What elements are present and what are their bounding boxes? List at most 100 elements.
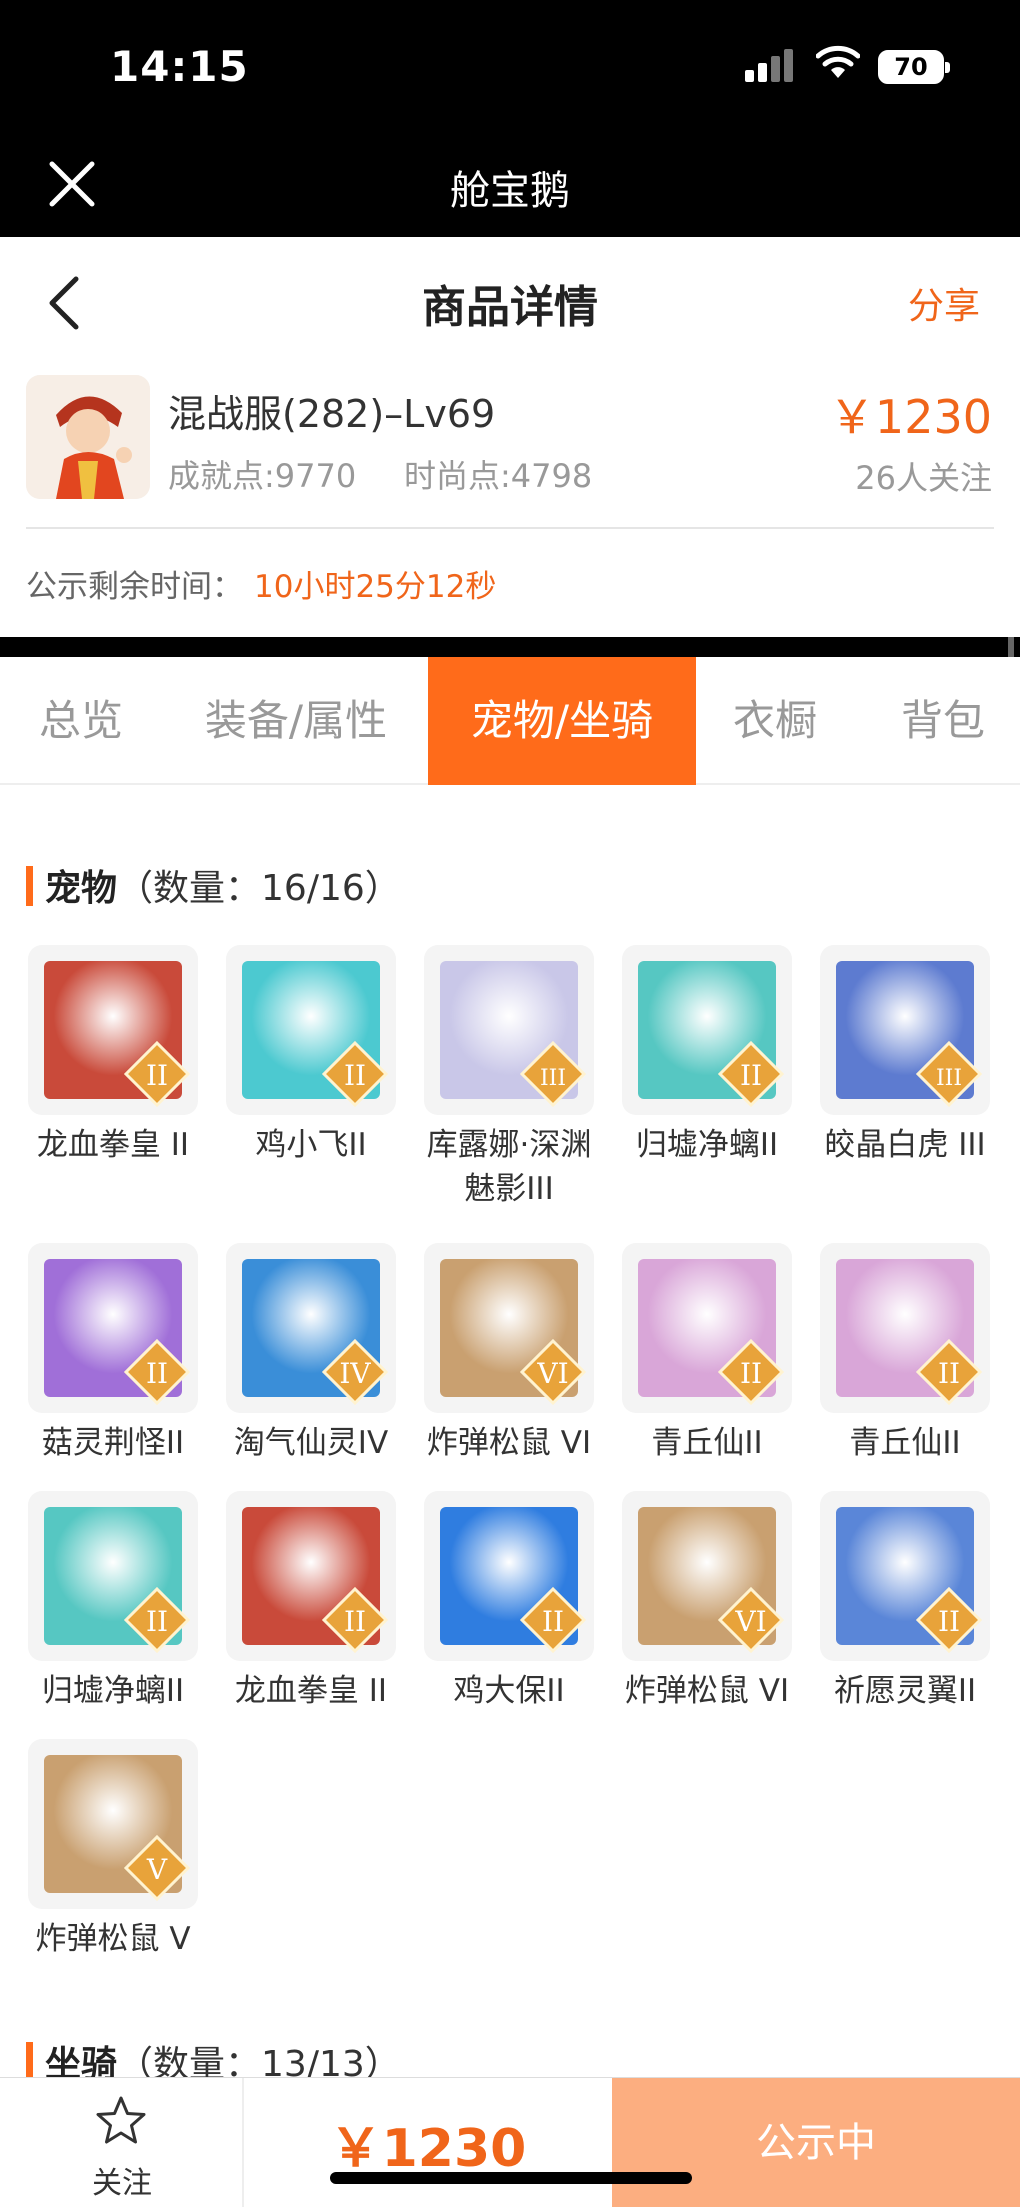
grade-label: IV [339, 1357, 371, 1390]
pet-name: 龙血拳皇 II [234, 1673, 388, 1709]
pet-name: 淘气仙灵IV [233, 1425, 389, 1461]
pets-section-header: 宠物（数量：16/16） [26, 859, 401, 911]
pet-name: 祈愿灵翼II [833, 1673, 977, 1709]
tab-equipment[interactable]: 装备/属性 [176, 657, 416, 785]
pet-item[interactable]: II 青丘仙II [810, 1243, 1000, 1465]
pet-thumbnail: II [28, 945, 198, 1115]
follow-label: 关注 [92, 2166, 152, 2201]
pet-name: 归墟净螭II [41, 1673, 185, 1709]
pet-thumbnail: VI [622, 1491, 792, 1661]
app-title: 舱宝鹅 [450, 168, 570, 214]
grade-label: VI [734, 1605, 766, 1638]
remaining-time-label: 公示剩余时间： [26, 569, 243, 605]
pet-thumbnail: III [820, 945, 990, 1115]
battery-icon: 70 [878, 50, 950, 84]
grade-badge-icon: II [322, 1041, 388, 1107]
tab-pets-mounts[interactable]: 宠物/坐骑 [428, 657, 696, 785]
tab-label: 背包 [900, 696, 985, 745]
pet-name: 炸弹松鼠 VI [426, 1425, 592, 1461]
status-button[interactable]: 公示中 [612, 2078, 1020, 2207]
pet-thumbnail: II [226, 945, 396, 1115]
tab-label: 总览 [38, 696, 123, 745]
page-title: 商品详情 [422, 282, 598, 333]
pet-item[interactable]: II 龙血拳皇 II [18, 945, 208, 1167]
pet-thumbnail: II [28, 1243, 198, 1413]
pet-item[interactable]: III 皎晶白虎 III [810, 945, 1000, 1167]
grade-badge-icon: II [520, 1587, 586, 1653]
pet-item[interactable]: IV 淘气仙灵IV [216, 1243, 406, 1465]
pet-item[interactable]: II 龙血拳皇 II [216, 1491, 406, 1713]
home-indicator[interactable] [330, 2172, 692, 2184]
pet-item[interactable]: II 菇灵荆怪II [18, 1243, 208, 1465]
pet-item[interactable]: II 鸡大保II [414, 1491, 604, 1713]
grade-label: II [938, 1605, 960, 1638]
character-image [26, 375, 150, 499]
tab-wardrobe[interactable]: 衣橱 [700, 657, 850, 785]
pet-thumbnail: II [28, 1491, 198, 1661]
grade-badge-icon: III [916, 1041, 982, 1107]
grade-label: II [938, 1357, 960, 1390]
wifi-icon [816, 45, 860, 78]
section-marker [26, 866, 33, 906]
follow-button[interactable]: 关注 [0, 2078, 244, 2207]
pet-name: 皎晶白虎 III [824, 1127, 986, 1163]
grade-badge-icon: II [322, 1587, 388, 1653]
pet-item[interactable]: II 归墟净螭II [612, 945, 802, 1167]
grade-label: V [146, 1853, 168, 1886]
share-button[interactable]: 分享 [908, 277, 980, 329]
pet-name: 龙血拳皇 II [36, 1127, 190, 1163]
product-name: 混战服(282)–Lv69 [168, 392, 496, 436]
grade-label: II [344, 1605, 366, 1638]
divider [26, 527, 994, 529]
pet-item[interactable]: II 青丘仙II [612, 1243, 802, 1465]
grade-label: II [146, 1605, 168, 1638]
grade-badge-icon: II [916, 1587, 982, 1653]
pet-item[interactable]: II 祈愿灵翼II [810, 1491, 1000, 1713]
bottom-bar: 关注 ￥1230 公示中 [0, 2077, 1020, 2207]
remaining-time-value: 10小时25分12秒 [254, 569, 497, 605]
app-bar: 舱宝鹅 [0, 132, 1020, 237]
achievement-points: 成就点:9770 [168, 457, 357, 495]
pet-thumbnail: IV [226, 1243, 396, 1413]
pets-content: 宠物（数量：16/16） II 龙血拳皇 II II 鸡小飞II III 库露娜·深渊魅影… [0, 787, 1020, 2085]
tab-overview[interactable]: 总览 [0, 657, 162, 785]
pet-item[interactable]: II 归墟净螭II [18, 1491, 208, 1713]
pet-item[interactable]: V 炸弹松鼠 V [18, 1739, 208, 1961]
pet-thumbnail: II [622, 1243, 792, 1413]
tab-label: 宠物/坐骑 [470, 696, 654, 745]
bottom-price: ￥1230 [329, 2119, 527, 2179]
signal-icon [745, 48, 797, 82]
pet-item[interactable]: II 鸡小飞II [216, 945, 406, 1167]
pet-item[interactable]: III 库露娜·深渊魅影III [414, 945, 604, 1211]
product-summary: 混战服(282)–Lv69 成就点:9770 时尚点:4798 ￥1230 26… [0, 365, 1020, 637]
grade-badge-icon: VI [520, 1339, 586, 1405]
section-count: （数量：16/16） [117, 868, 401, 909]
grade-label: VI [536, 1357, 568, 1390]
grade-badge-icon: VI [718, 1587, 784, 1653]
tab-bar: 总览 装备/属性 宠物/坐骑 衣橱 背包 [0, 657, 1020, 785]
grade-label: II [542, 1605, 564, 1638]
star-icon [96, 2096, 146, 2144]
pet-name: 青丘仙II [651, 1425, 763, 1461]
pet-thumbnail: VI [424, 1243, 594, 1413]
follow-count: 26人关注 [855, 459, 992, 497]
grade-label: II [344, 1059, 366, 1092]
pet-item[interactable]: VI 炸弹松鼠 VI [612, 1491, 802, 1713]
grade-badge-icon: II [916, 1339, 982, 1405]
pet-item[interactable]: VI 炸弹松鼠 VI [414, 1243, 604, 1465]
tab-backpack[interactable]: 背包 [866, 657, 1020, 785]
pet-name: 炸弹松鼠 V [35, 1921, 191, 1957]
pet-name: 鸡大保II [453, 1673, 565, 1709]
grade-label: II [146, 1059, 168, 1092]
pet-name: 库露娜·深渊魅影III [426, 1127, 592, 1207]
nav-bar: 商品详情 分享 [0, 237, 1020, 365]
pet-thumbnail: II [424, 1491, 594, 1661]
grade-badge-icon: V [124, 1835, 190, 1901]
pet-name: 菇灵荆怪II [41, 1425, 185, 1461]
pet-name: 鸡小飞II [255, 1127, 367, 1163]
pet-thumbnail: II [820, 1491, 990, 1661]
pet-thumbnail: III [424, 945, 594, 1115]
character-avatar [26, 375, 150, 499]
pet-name: 炸弹松鼠 VI [624, 1673, 790, 1709]
tab-label: 装备/属性 [204, 696, 388, 745]
